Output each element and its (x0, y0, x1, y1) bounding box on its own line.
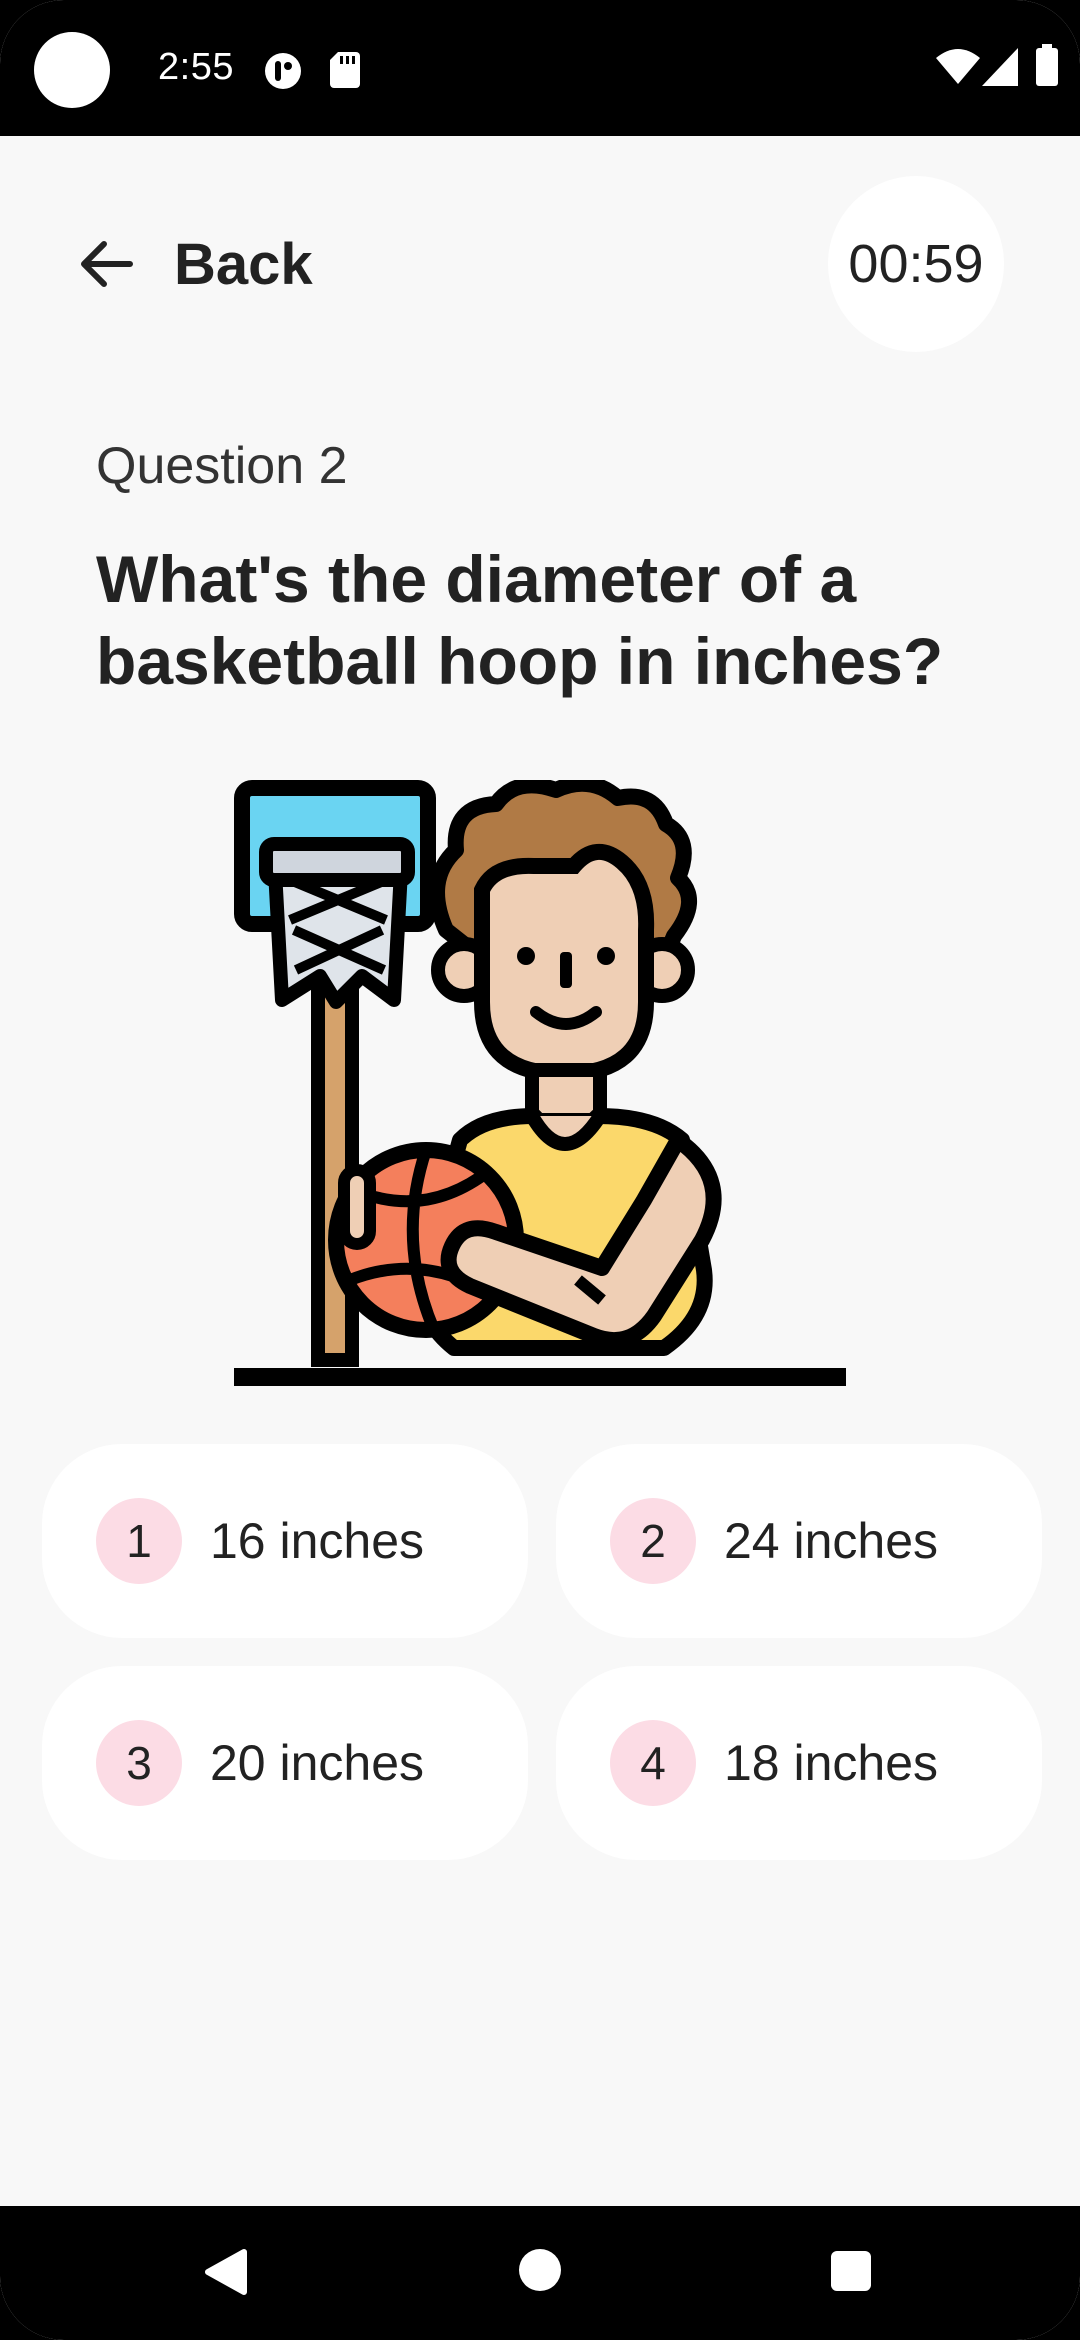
system-nav-bar (0, 2206, 1080, 2340)
countdown-timer: 00:59 (828, 176, 1004, 352)
answer-option-3[interactable]: 3 20 inches (42, 1666, 528, 1860)
status-time: 2:55 (158, 46, 234, 88)
option-label: 24 inches (724, 1513, 939, 1569)
battery-icon (1036, 44, 1058, 86)
back-label: Back (174, 231, 313, 297)
back-button[interactable]: Back (76, 222, 313, 306)
status-bar: 2:55 (0, 0, 1080, 136)
option-number-badge: 1 (96, 1498, 182, 1584)
answer-option-1[interactable]: 1 16 inches (42, 1444, 528, 1638)
phone-screen: 2:55 Back 00:59 Question 2 What's the di… (0, 0, 1080, 2340)
triangle-back-icon[interactable] (204, 2248, 248, 2296)
answer-option-4[interactable]: 4 18 inches (556, 1666, 1042, 1860)
notification-icon (265, 53, 301, 89)
basketball-player-illustration (234, 780, 846, 1386)
camera-cutout (34, 32, 110, 108)
option-number-badge: 2 (610, 1498, 696, 1584)
sd-card-icon (330, 52, 360, 88)
wifi-icon (936, 49, 980, 84)
option-number-badge: 4 (610, 1720, 696, 1806)
option-label: 16 inches (210, 1513, 425, 1569)
cell-signal-icon (982, 48, 1018, 86)
question-number: Question 2 (96, 437, 348, 495)
option-label: 20 inches (210, 1735, 425, 1791)
option-label: 18 inches (724, 1735, 939, 1791)
circle-home-icon[interactable] (518, 2248, 562, 2292)
arrow-left-icon (81, 241, 133, 287)
question-text: What's the diameter of a basketball hoop… (96, 542, 944, 698)
answer-option-2[interactable]: 2 24 inches (556, 1444, 1042, 1638)
option-number-badge: 3 (96, 1720, 182, 1806)
square-recents-icon[interactable] (830, 2250, 872, 2292)
